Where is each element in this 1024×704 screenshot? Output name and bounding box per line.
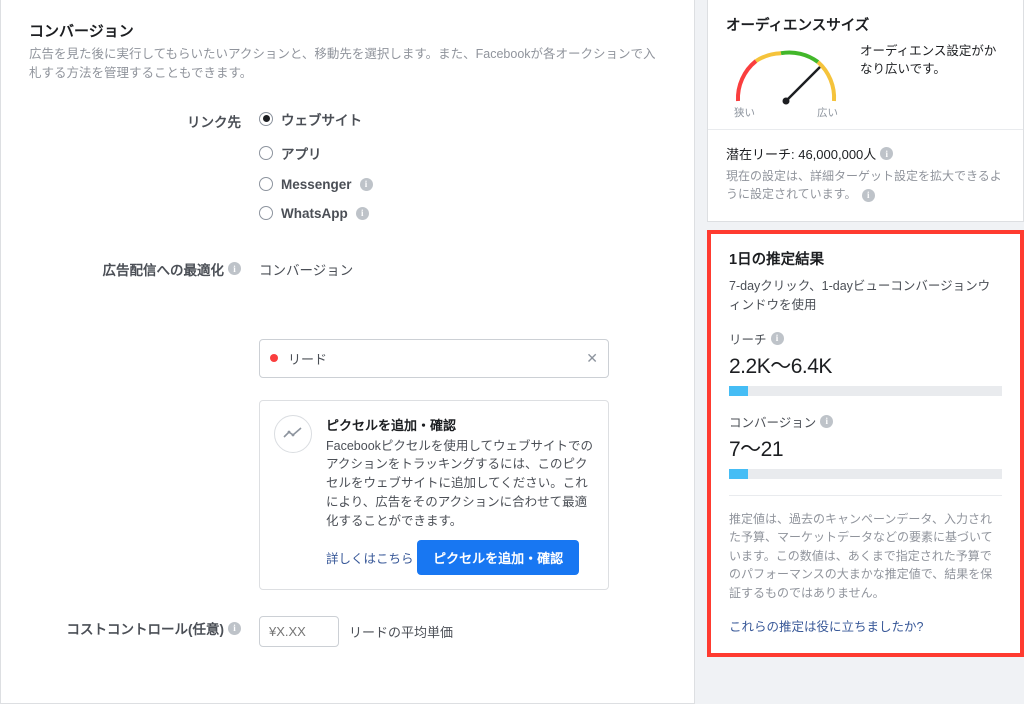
radio-app[interactable]: アプリ <box>259 143 666 163</box>
label-text: コストコントロール(任意) <box>67 618 225 638</box>
pixel-callout-row: ピクセルを追加・確認 Facebookピクセルを使用してウェブサイトでのアクショ… <box>29 400 666 591</box>
feedback-link[interactable]: これらの推定は役に立ちましたか? <box>729 616 1002 635</box>
gauge-meter-icon: 狭い 広い <box>726 43 846 115</box>
destination-options: ウェブサイト アプリ Messenger i WhatsApp i <box>259 109 666 235</box>
optimization-value: コンバージョン <box>259 257 666 279</box>
info-icon[interactable]: i <box>228 622 241 635</box>
radio-icon <box>259 146 273 160</box>
radio-messenger[interactable]: Messenger i <box>259 177 666 192</box>
info-icon[interactable]: i <box>228 262 241 275</box>
add-pixel-button[interactable]: ピクセルを追加・確認 <box>417 540 579 575</box>
cost-input[interactable] <box>259 616 339 647</box>
radio-label: Messenger <box>281 177 352 192</box>
audience-summary: オーディエンス設定がかなり広いです。 <box>860 43 1005 78</box>
reach-label-text: 潜在リーチ: 46,000,000人 <box>726 144 876 163</box>
chart-line-icon <box>274 415 312 453</box>
attribution-window-note: 7-dayクリック、1-dayビューコンバージョンウィンドウを使用 <box>729 277 1002 315</box>
cost-control-row: コストコントロール(任意) i リードの平均単価 <box>29 616 666 647</box>
spacer <box>29 400 259 402</box>
main-conversion-panel: コンバージョン 広告を見た後に実行してもらいたいアクションと、移動先を選択します… <box>0 0 695 704</box>
bar-fill <box>729 386 748 396</box>
radio-icon <box>259 112 273 126</box>
callout-body: Facebookピクセルを使用してウェブサイトでのアクションをトラッキングするに… <box>326 437 594 531</box>
radio-label: WhatsApp <box>281 206 348 221</box>
info-icon[interactable]: i <box>820 415 833 428</box>
radio-label: アプリ <box>281 143 322 163</box>
radio-icon <box>259 206 273 220</box>
spacer <box>29 339 259 341</box>
bar-fill <box>729 469 748 479</box>
optimization-label: 広告配信への最適化 i <box>29 257 259 279</box>
audience-title: オーディエンスサイズ <box>726 14 1005 35</box>
info-icon[interactable]: i <box>771 332 784 345</box>
clear-icon[interactable]: ✕ <box>586 350 598 367</box>
pixel-callout: ピクセルを追加・確認 Facebookピクセルを使用してウェブサイトでのアクショ… <box>259 400 609 591</box>
audience-size-card: オーディエンスサイズ 狭い 広い オーディエンス設定がかなり広いです。 <box>707 0 1024 222</box>
info-icon[interactable]: i <box>360 178 373 191</box>
conversion-bar <box>729 469 1002 479</box>
estimate-disclaimer: 推定値は、過去のキャンペーンデータ、入力された予算、マーケットデータなどの要素に… <box>729 510 1002 603</box>
info-icon[interactable]: i <box>862 189 875 202</box>
event-name: リード <box>288 349 327 368</box>
gauge-min-label: 狭い <box>734 105 755 120</box>
info-icon[interactable]: i <box>356 207 369 220</box>
conversion-event-selector[interactable]: リード ✕ <box>259 339 609 378</box>
side-panel: オーディエンスサイズ 狭い 広い オーディエンス設定がかなり広いです。 <box>695 0 1024 704</box>
info-icon[interactable]: i <box>880 147 893 160</box>
potential-reach: 潜在リーチ: 46,000,000人 i <box>726 144 1005 163</box>
status-dot-icon <box>270 354 278 362</box>
reach-sublabel: リーチ i <box>729 329 1002 348</box>
reach-description: 現在の設定は、詳細ターゲット設定を拡大できるように設定されています。 i <box>726 167 1005 203</box>
radio-label: ウェブサイト <box>281 109 362 129</box>
radio-icon <box>259 177 273 191</box>
optimization-row: 広告配信への最適化 i コンバージョン <box>29 257 666 279</box>
gauge-max-label: 広い <box>817 105 838 120</box>
conversion-value: 7～21 <box>729 433 1002 463</box>
conversion-sublabel: コンバージョン i <box>729 412 1002 431</box>
section-title: コンバージョン <box>29 20 666 41</box>
section-description: 広告を見た後に実行してもらいたいアクションと、移動先を選択します。また、Face… <box>29 45 666 83</box>
radio-whatsapp[interactable]: WhatsApp i <box>259 206 666 221</box>
callout-title: ピクセルを追加・確認 <box>326 415 594 434</box>
label-text: 広告配信への最適化 <box>103 259 225 279</box>
reach-value: 2.2K～6.4K <box>729 350 1002 380</box>
learn-more-link[interactable]: 詳しくはこちら <box>326 548 414 567</box>
daily-estimates-card: 1日の推定結果 7-dayクリック、1-dayビューコンバージョンウィンドウを使… <box>707 230 1024 657</box>
destination-label: リンク先 <box>29 109 259 131</box>
cost-suffix: リードの平均単価 <box>349 622 453 641</box>
radio-website[interactable]: ウェブサイト <box>259 109 666 129</box>
event-row: リード ✕ <box>29 339 666 378</box>
destination-row: リンク先 ウェブサイト アプリ Messenger i WhatsApp i <box>29 109 666 235</box>
divider <box>729 495 1002 496</box>
divider <box>708 129 1023 130</box>
daily-title: 1日の推定結果 <box>729 248 1002 269</box>
cost-control-label: コストコントロール(任意) i <box>29 616 259 638</box>
reach-bar <box>729 386 1002 396</box>
